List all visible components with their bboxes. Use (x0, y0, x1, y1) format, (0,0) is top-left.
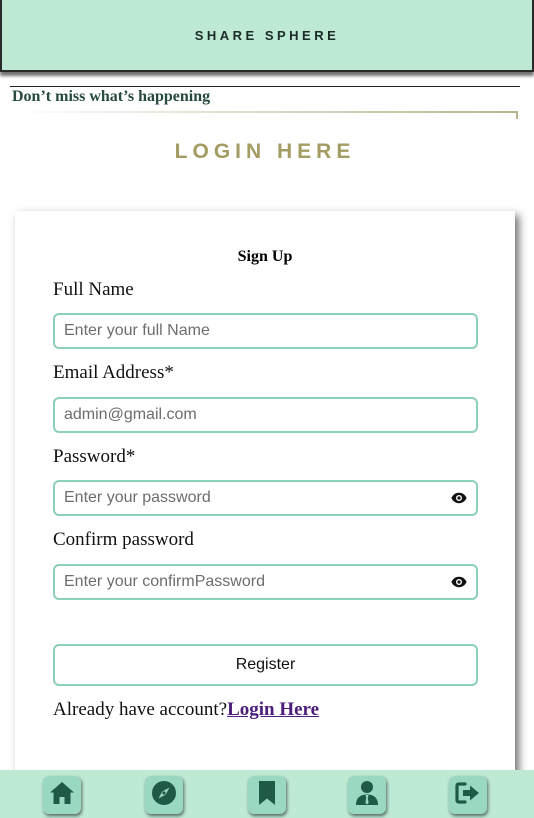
nav-bookmarks-button[interactable] (248, 776, 286, 814)
tagline-divider-end (516, 111, 518, 119)
nav-profile-button[interactable] (348, 776, 386, 814)
signup-title: Sign Up (237, 248, 293, 265)
logout-icon (455, 781, 481, 809)
compass-icon (151, 780, 177, 811)
password-input[interactable] (62, 488, 448, 508)
home-icon (49, 781, 75, 810)
full-name-label: Full Name (53, 279, 134, 300)
tagline-section: Don’t miss what’s happening (10, 86, 520, 119)
already-account-row: Already have account?Login Here (53, 699, 319, 721)
password-field[interactable] (53, 480, 478, 516)
login-here-link[interactable]: Login Here (227, 699, 319, 720)
nav-explore-button[interactable] (145, 776, 183, 814)
eye-icon[interactable] (448, 487, 470, 509)
top-header: SHARE SPHERE (0, 0, 534, 72)
register-button[interactable]: Register (53, 644, 478, 686)
nav-home-button[interactable] (43, 776, 81, 814)
bookmark-icon (258, 780, 276, 811)
password-label: Password* (53, 446, 136, 467)
email-label: Email Address* (53, 362, 174, 383)
email-field[interactable] (53, 397, 478, 433)
confirm-password-label: Confirm password (53, 529, 194, 550)
email-input[interactable] (62, 405, 476, 425)
eye-icon[interactable] (448, 571, 470, 593)
full-name-input[interactable] (62, 321, 476, 341)
already-account-text: Already have account? (53, 699, 228, 720)
bottom-nav (0, 770, 534, 818)
confirm-password-field[interactable] (53, 564, 478, 600)
brand-title: SHARE SPHERE (194, 27, 340, 43)
user-icon (355, 780, 379, 811)
confirm-password-input[interactable] (62, 572, 448, 592)
nav-logout-button[interactable] (449, 776, 487, 814)
full-name-field[interactable] (53, 313, 478, 349)
tagline-text: Don’t miss what’s happening (12, 88, 211, 105)
signup-card: Sign Up Full Name Email Address* Passwor… (15, 211, 515, 791)
tagline-divider (10, 111, 518, 113)
login-heading: LOGIN HERE (174, 140, 356, 163)
